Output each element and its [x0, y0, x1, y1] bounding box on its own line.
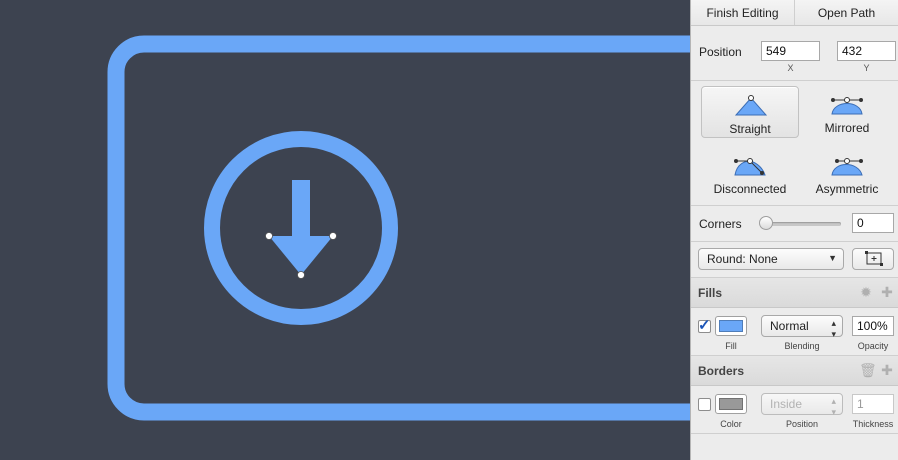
- fill-row: ✓ Normal ▴ ▾ 100% Fill Blending Opacity: [691, 308, 898, 356]
- finish-editing-button[interactable]: Finish Editing: [691, 0, 794, 25]
- blending-select[interactable]: Normal ▴ ▾: [761, 315, 843, 339]
- position-section: Position 549 432 X Y: [691, 26, 898, 81]
- flatten-button[interactable]: [852, 248, 894, 270]
- chevron-down-icon: ▼: [828, 253, 837, 263]
- gear-icon[interactable]: ✹: [859, 285, 873, 299]
- canvas-artwork: [107, 35, 690, 421]
- path-point-left[interactable]: [265, 232, 273, 240]
- mirrored-point-icon: [831, 97, 863, 115]
- border-position-select[interactable]: Inside ▴ ▾: [761, 393, 843, 417]
- point-type-asymmetric-label: Asymmetric: [815, 182, 879, 196]
- border-color-swatch[interactable]: [715, 394, 747, 414]
- round-section: Round: None ▼: [691, 242, 898, 278]
- fills-title: Fills: [698, 286, 723, 300]
- fill-enabled-checkbox[interactable]: ✓: [698, 317, 711, 334]
- thickness-field[interactable]: 1: [852, 394, 894, 414]
- corners-slider[interactable]: [763, 222, 841, 226]
- opacity-field[interactable]: 100%: [852, 316, 894, 336]
- trash-icon[interactable]: 🗑: [859, 363, 877, 377]
- point-type-straight-label: Straight: [729, 122, 771, 136]
- point-type-section: Straight Mirrored Disconnected Asymmetri…: [691, 81, 898, 206]
- rounded-frame[interactable]: [107, 35, 690, 421]
- edit-toolbar: Finish Editing Open Path: [691, 0, 898, 26]
- border-position-caption: Position: [785, 419, 819, 429]
- stepper-icon: ▴ ▾: [831, 396, 836, 417]
- stepper-icon: ▴ ▾: [831, 318, 836, 339]
- corners-label: Corners: [699, 217, 742, 231]
- borders-title: Borders: [698, 364, 745, 378]
- thickness-caption: Thickness: [852, 419, 894, 429]
- point-type-mirrored-label: Mirrored: [824, 121, 870, 135]
- point-type-disconnected[interactable]: Disconnected: [701, 147, 799, 199]
- borders-header: Borders 🗑 ✚: [691, 356, 898, 386]
- corners-slider-knob[interactable]: [759, 216, 773, 230]
- position-label: Position: [699, 45, 742, 59]
- opacity-caption: Opacity: [857, 341, 889, 351]
- open-path-button[interactable]: Open Path: [794, 0, 898, 25]
- download-arrow-shaft[interactable]: [292, 180, 310, 242]
- fill-color-swatch[interactable]: [715, 316, 747, 336]
- canvas[interactable]: [0, 0, 690, 460]
- corners-section: Corners 0: [691, 206, 898, 242]
- fill-color-caption: Fill: [725, 341, 737, 351]
- border-color-caption: Color: [720, 419, 742, 429]
- flatten-icon: [865, 251, 883, 266]
- fill-color-chip: [719, 320, 743, 332]
- add-border-icon[interactable]: ✚: [880, 363, 894, 377]
- path-point-bottom[interactable]: [297, 271, 305, 279]
- straight-point-icon: [735, 95, 767, 116]
- border-row: Inside ▴ ▾ 1 Color Position Thickness: [691, 386, 898, 434]
- disconnected-point-icon: [734, 158, 766, 176]
- position-y-caption: Y: [863, 63, 870, 73]
- position-x-field[interactable]: 549: [761, 41, 820, 61]
- position-x-caption: X: [787, 63, 794, 73]
- border-position-value: Inside: [770, 397, 803, 411]
- point-type-asymmetric[interactable]: Asymmetric: [798, 147, 896, 199]
- checkmark-icon: ✓: [698, 317, 711, 334]
- point-type-mirrored[interactable]: Mirrored: [798, 86, 896, 138]
- blending-caption: Blending: [784, 341, 820, 351]
- border-color-chip: [719, 398, 743, 410]
- fills-header: Fills ✹ ✚: [691, 278, 898, 308]
- position-y-field[interactable]: 432: [837, 41, 896, 61]
- corners-field[interactable]: 0: [852, 213, 894, 233]
- point-type-disconnected-label: Disconnected: [713, 182, 787, 196]
- add-fill-icon[interactable]: ✚: [880, 285, 894, 299]
- blending-select-value: Normal: [770, 319, 809, 333]
- path-point-right[interactable]: [329, 232, 337, 240]
- point-type-straight[interactable]: Straight: [701, 86, 799, 138]
- download-arrow-head-path[interactable]: [269, 236, 333, 275]
- asymmetric-point-icon: [831, 158, 863, 176]
- inspector-panel: Finish Editing Open Path Position 549 43…: [690, 0, 898, 460]
- border-enabled-checkbox[interactable]: [698, 398, 711, 411]
- round-select-value: Round: None: [707, 252, 778, 266]
- round-select[interactable]: Round: None ▼: [698, 248, 844, 270]
